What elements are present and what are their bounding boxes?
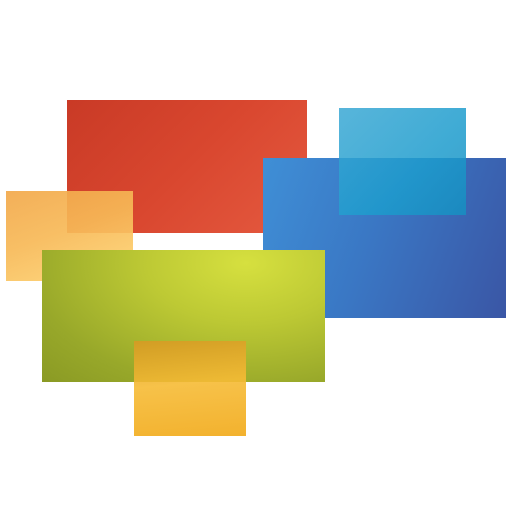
logo-canvas xyxy=(0,0,512,512)
orange-bottom-tile xyxy=(134,341,246,436)
cyan-tile xyxy=(339,108,466,215)
